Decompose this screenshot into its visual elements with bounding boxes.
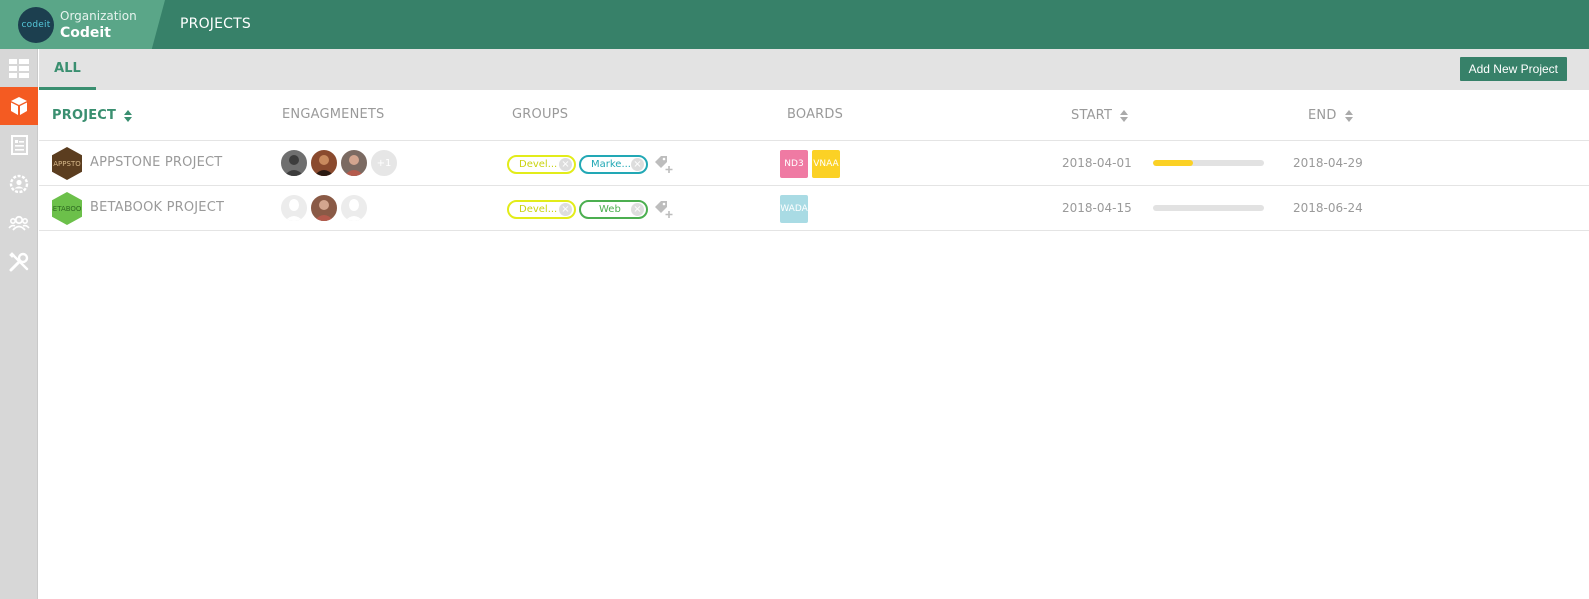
more-members-badge[interactable]: +1 xyxy=(370,149,398,177)
avatar[interactable] xyxy=(340,194,368,222)
person-placeholder-icon xyxy=(285,199,303,221)
column-header-boards: BOARDS xyxy=(787,107,844,122)
top-header: codeit Organization Codeit PROJECTS xyxy=(0,0,1589,49)
progress-bar xyxy=(1153,205,1264,211)
sort-icon[interactable] xyxy=(124,109,133,122)
page-title: PROJECTS xyxy=(180,16,251,32)
group-tag[interactable]: Devel... × xyxy=(507,154,576,174)
remove-tag-icon[interactable]: × xyxy=(559,157,572,171)
users-icon xyxy=(8,215,30,231)
column-header-end-label: END xyxy=(1308,108,1337,123)
avatar[interactable] xyxy=(280,194,308,222)
tab-bar: ALL Add New Project xyxy=(39,49,1589,90)
sidebar-item-tools[interactable] xyxy=(0,243,38,281)
sort-icon[interactable] xyxy=(1120,109,1129,122)
sidebar-item-users[interactable] xyxy=(0,204,38,242)
avatar[interactable] xyxy=(340,149,368,177)
add-new-project-button[interactable]: Add New Project xyxy=(1459,57,1567,81)
column-header-groups: GROUPS xyxy=(512,107,569,122)
sidebar-item-dashboard[interactable] xyxy=(0,49,38,87)
avatar[interactable] xyxy=(310,194,338,222)
start-date: 2018-04-01 xyxy=(1062,156,1132,170)
avatar[interactable] xyxy=(280,149,308,177)
column-header-start-label: START xyxy=(1071,108,1113,123)
column-header-start[interactable]: START xyxy=(1071,108,1129,123)
document-list-icon xyxy=(11,135,28,155)
board-badge[interactable]: VNAA xyxy=(812,150,840,178)
column-header-project[interactable]: PROJECT xyxy=(52,108,133,123)
table-row[interactable]: BETABOOK BETABOOK PROJECT Devel... × xyxy=(39,186,1589,231)
progress-fill xyxy=(1153,160,1193,166)
sidebar-item-projects[interactable] xyxy=(0,87,38,125)
tools-icon xyxy=(9,252,29,272)
group-tag-label: Web xyxy=(599,203,621,215)
project-logo: BETABOOK xyxy=(52,192,82,225)
column-header-end[interactable]: END xyxy=(1308,108,1353,123)
tab-all[interactable]: ALL xyxy=(39,49,96,90)
group-tag[interactable]: Web × xyxy=(579,199,648,219)
table-row[interactable]: APPSTO APPSTONE PROJECT +1 Devel... × Ma… xyxy=(39,141,1589,186)
group-tags: Devel... × Web × xyxy=(507,198,675,220)
person-placeholder-icon xyxy=(345,199,363,221)
board-badge[interactable]: ND3 xyxy=(780,150,808,178)
progress-bar xyxy=(1153,160,1264,166)
projects-table: PROJECT ENGAGMENETS GROUPS BOARDS START … xyxy=(39,90,1589,231)
add-tag-icon[interactable] xyxy=(653,199,675,219)
cube-icon xyxy=(11,97,27,115)
sidebar-item-reports[interactable] xyxy=(0,126,38,164)
person-icon xyxy=(314,200,334,221)
group-tag[interactable]: Devel... × xyxy=(507,199,576,219)
project-name[interactable]: BETABOOK PROJECT xyxy=(90,200,224,215)
remove-tag-icon[interactable]: × xyxy=(631,157,644,171)
end-date: 2018-04-29 xyxy=(1293,156,1363,170)
organization-logo: codeit xyxy=(18,7,54,43)
project-name[interactable]: APPSTONE PROJECT xyxy=(90,155,222,170)
boards-list: ND3 VNAA xyxy=(780,150,844,178)
end-date: 2018-06-24 xyxy=(1293,201,1363,215)
engagement-avatars: +1 xyxy=(280,149,400,178)
avatar[interactable] xyxy=(310,149,338,177)
group-tag-label: Devel... xyxy=(519,158,558,170)
remove-tag-icon[interactable]: × xyxy=(631,202,644,216)
boards-list: WADA xyxy=(780,195,812,223)
dashboard-grid-icon xyxy=(9,59,29,78)
board-badge[interactable]: WADA xyxy=(780,195,808,223)
group-tag[interactable]: Marke... × xyxy=(579,154,648,174)
organization-switcher[interactable]: codeit Organization Codeit xyxy=(0,0,165,49)
organization-name: Codeit xyxy=(60,25,111,41)
sidebar-item-settings[interactable] xyxy=(0,165,38,203)
engagement-avatars xyxy=(280,194,370,223)
add-tag-icon[interactable] xyxy=(653,154,675,174)
settings-person-icon xyxy=(9,174,29,194)
group-tags: Devel... × Marke... × xyxy=(507,153,675,175)
column-header-engagements: ENGAGMENETS xyxy=(282,107,385,122)
organization-label: Organization xyxy=(60,9,137,23)
app-root: codeit Organization Codeit PROJECTS ALL … xyxy=(0,0,1589,599)
column-header-project-label: PROJECT xyxy=(52,108,117,123)
group-tag-label: Marke... xyxy=(591,158,631,170)
project-logo: APPSTO xyxy=(52,147,82,180)
person-icon xyxy=(284,155,304,176)
start-date: 2018-04-15 xyxy=(1062,201,1132,215)
group-tag-label: Devel... xyxy=(519,203,558,215)
person-icon xyxy=(314,155,334,176)
sidebar xyxy=(0,49,38,599)
table-header: PROJECT ENGAGMENETS GROUPS BOARDS START … xyxy=(39,90,1589,141)
remove-tag-icon[interactable]: × xyxy=(559,202,572,216)
person-icon xyxy=(344,155,364,176)
sort-icon[interactable] xyxy=(1344,109,1353,122)
